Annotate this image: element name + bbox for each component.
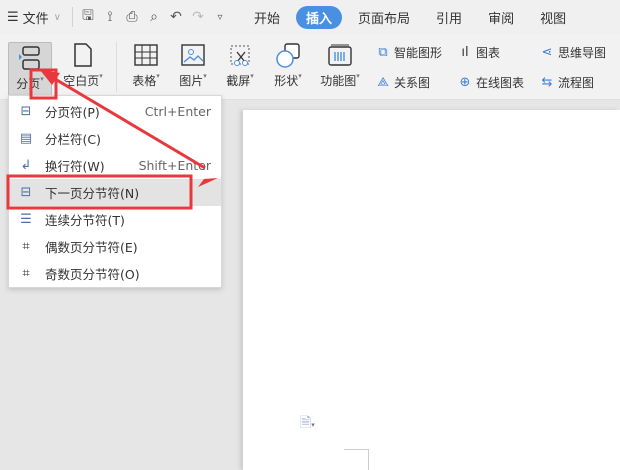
redo-icon[interactable]: ↷: [187, 9, 209, 25]
save-icon[interactable]: 🖫: [77, 5, 99, 29]
menu-item-odd-page-section-break[interactable]: ⌗ 奇数页分节符(O): [9, 260, 221, 287]
hamburger-icon: ☰: [7, 9, 19, 25]
even-page-section-icon: ⌗: [22, 238, 30, 254]
file-menu[interactable]: ☰ 文件 ∨: [0, 5, 68, 29]
menu-item-line-break[interactable]: ↲ 换行符(W) Shift+Enter: [9, 152, 221, 179]
tab-page-layout[interactable]: 页面布局: [348, 6, 420, 29]
smart-graphic-button[interactable]: ⧉ 智能图形: [374, 44, 442, 61]
tab-view[interactable]: 视图: [530, 6, 576, 29]
flowchart-button[interactable]: ⇆ 流程图: [538, 74, 594, 91]
undo-icon[interactable]: ↶: [165, 9, 187, 25]
chevron-down-icon: ∨: [53, 11, 61, 23]
tab-references[interactable]: 引用: [426, 6, 472, 29]
margin-marker: [344, 449, 369, 470]
dropdown-arrow-icon[interactable]: ▾: [40, 75, 44, 83]
flowchart-icon: ⇆: [541, 75, 553, 90]
shapes-icon: [266, 40, 310, 70]
tab-home[interactable]: 开始: [244, 6, 290, 29]
column-break-icon: ▤: [19, 130, 33, 146]
page-break-dropdown-menu: ⊟ 分页符(P) Ctrl+Enter ▤ 分栏符(C) ↲ 换行符(W) Shift+E…: [8, 95, 222, 288]
page-break-icon: [9, 43, 51, 73]
ribbon: 分页▾ 空白页▾ 表格▾ 图片▾ 截屏▾ 形状▾ 功能图▾ ⧉ 智能图形 ⟁ 关系图…: [0, 34, 620, 100]
shapes-button[interactable]: 形状▾: [266, 40, 310, 89]
mind-map-icon: ⋖: [541, 45, 553, 60]
title-bar: ☰ 文件 ∨ 🖫 ⟟ ⎙ ⌕ ↶ ↷ ▿ 开始 插入 页面布局 引用 审阅 视图: [0, 0, 620, 34]
screenshot-button[interactable]: 截屏▾: [218, 40, 262, 89]
menu-item-next-page-section-break[interactable]: ⊟ 下一页分节符(N): [9, 179, 221, 206]
continuous-section-icon: ☰: [20, 211, 32, 227]
format-painter-icon[interactable]: ⟟: [99, 9, 121, 25]
print-preview-icon[interactable]: ⌕: [143, 9, 165, 25]
tab-insert[interactable]: 插入: [296, 5, 343, 29]
table-button[interactable]: 表格▾: [124, 40, 168, 89]
bar-chart-icon: ıl: [461, 45, 469, 60]
picture-icon: [171, 40, 215, 70]
tab-review[interactable]: 审阅: [478, 6, 524, 29]
odd-page-section-icon: ⌗: [22, 265, 30, 281]
next-page-section-icon: ⊟: [20, 184, 32, 200]
function-chart-icon: [314, 40, 366, 70]
divider: [116, 42, 117, 92]
page-break-button[interactable]: 分页▾: [8, 42, 52, 98]
document-page[interactable]: 🗎▾: [243, 110, 620, 470]
blank-page-icon: [58, 40, 108, 70]
relationship-icon: ⟁: [377, 75, 389, 90]
function-chart-button[interactable]: 功能图▾: [314, 40, 366, 89]
online-chart-icon: ⊕: [459, 75, 471, 90]
menu-item-continuous-section-break[interactable]: ☰ 连续分节符(T): [9, 206, 221, 233]
menu-item-page-break[interactable]: ⊟ 分页符(P) Ctrl+Enter: [9, 98, 221, 125]
smart-graphic-icon: ⧉: [378, 45, 388, 60]
customize-icon[interactable]: ▿: [209, 12, 231, 23]
chart-button[interactable]: ıl 图表: [456, 44, 500, 61]
menu-item-column-break[interactable]: ▤ 分栏符(C): [9, 125, 221, 152]
table-icon: [124, 40, 168, 70]
online-chart-button[interactable]: ⊕ 在线图表: [456, 74, 524, 91]
divider: [72, 7, 73, 27]
paste-options-icon[interactable]: 🗎▾: [300, 412, 315, 436]
relationship-chart-button[interactable]: ⟁ 关系图: [374, 74, 430, 91]
page-break-icon: ⊟: [20, 103, 32, 119]
picture-button[interactable]: 图片▾: [171, 40, 215, 89]
print-icon[interactable]: ⎙: [121, 9, 143, 25]
line-break-icon: ↲: [20, 157, 32, 173]
blank-page-button[interactable]: 空白页▾: [58, 40, 108, 89]
mind-map-button[interactable]: ⋖ 思维导图: [538, 44, 606, 61]
scissors-icon: [218, 40, 262, 70]
menu-item-even-page-section-break[interactable]: ⌗ 偶数页分节符(E): [9, 233, 221, 260]
